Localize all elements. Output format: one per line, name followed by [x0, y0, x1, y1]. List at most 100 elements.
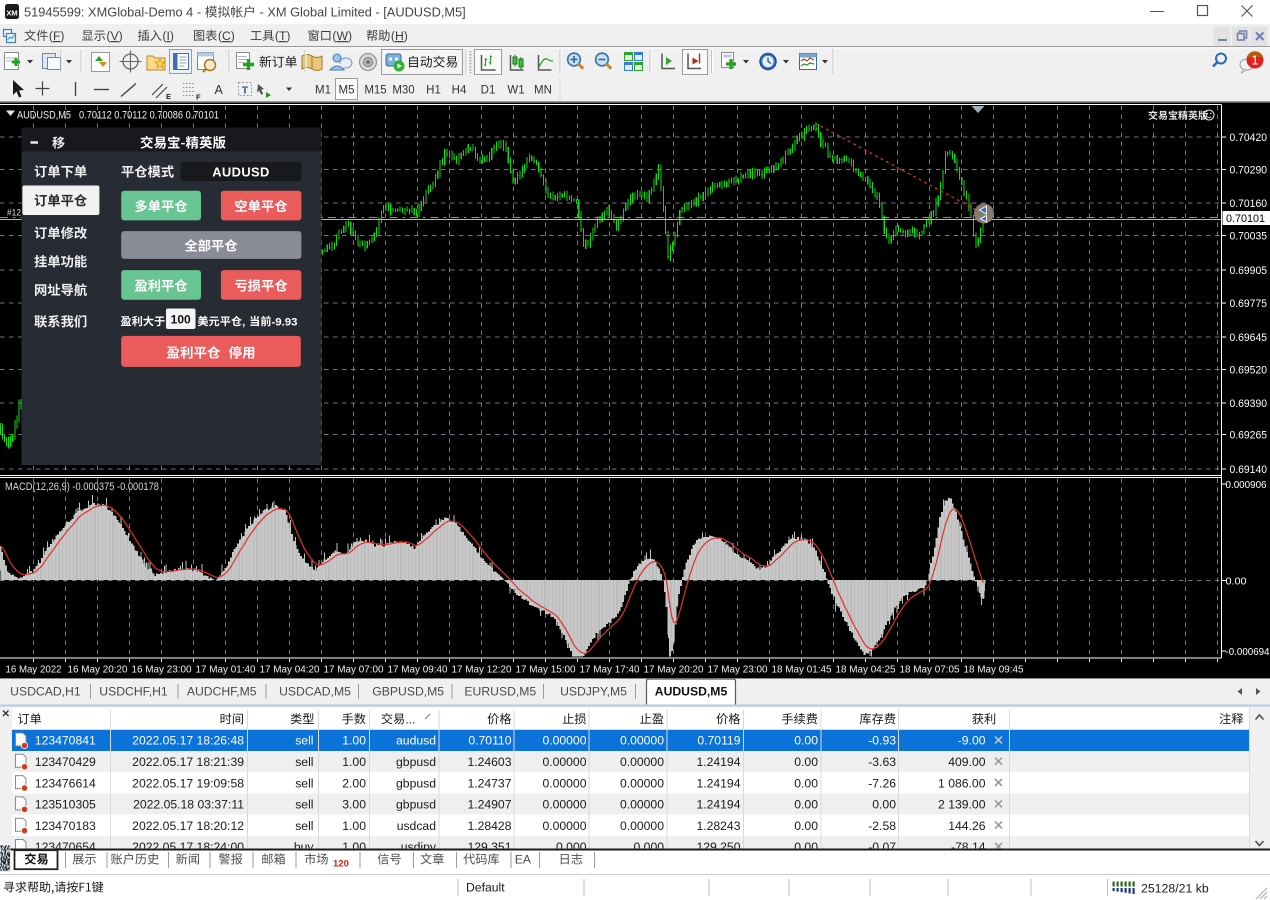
svg-text:1.00: 1.00	[342, 819, 366, 833]
svg-text:17 May 20:20: 17 May 20:20	[644, 665, 704, 676]
svg-text:1.24907: 1.24907	[467, 798, 511, 812]
svg-text:(H): (H)	[391, 29, 408, 43]
svg-text:0.00000: 0.00000	[542, 734, 586, 748]
svg-text:-9.93: -9.93	[272, 316, 298, 328]
svg-text:2022.05.17 18:24:00: 2022.05.17 18:24:00	[132, 840, 244, 854]
svg-text:-7.26: -7.26	[868, 776, 896, 790]
svg-text:(F): (F)	[49, 29, 65, 43]
svg-text:...: ...	[405, 712, 415, 726]
svg-text:0.69520: 0.69520	[1230, 365, 1268, 377]
svg-text:-9.00: -9.00	[958, 734, 986, 748]
svg-text:0.70035: 0.70035	[1230, 231, 1268, 243]
svg-text:0.000: 0.000	[556, 840, 587, 854]
svg-text:18 May 04:25: 18 May 04:25	[836, 665, 896, 676]
svg-text:2022.05.17 18:20:12: 2022.05.17 18:20:12	[132, 819, 244, 833]
svg-text:51945599: XMGlobal-Demo 4 -: 51945599: XMGlobal-Demo 4 -	[24, 5, 201, 20]
svg-text:AUDUSD,M5: AUDUSD,M5	[655, 685, 728, 699]
svg-text:409.00: 409.00	[948, 755, 985, 769]
svg-text:,: ,	[242, 316, 245, 328]
svg-text:17 May 01:40: 17 May 01:40	[196, 665, 256, 676]
svg-text:17 May 09:40: 17 May 09:40	[388, 665, 448, 676]
svg-text:0.00: 0.00	[1226, 576, 1247, 588]
svg-text:1.24194: 1.24194	[696, 755, 740, 769]
svg-text:1.24737: 1.24737	[467, 776, 511, 790]
svg-text:usdcad: usdcad	[397, 819, 436, 833]
svg-text:M30: M30	[392, 85, 414, 97]
svg-text:2 139.00: 2 139.00	[938, 798, 986, 812]
svg-text:0.00: 0.00	[872, 798, 896, 812]
svg-text:gbpusd: gbpusd	[396, 755, 436, 769]
svg-text:0.000906: 0.000906	[1226, 479, 1267, 491]
svg-text:2.00: 2.00	[342, 776, 366, 790]
svg-text:H4: H4	[452, 85, 467, 97]
svg-text:2022.05.18 03:37:11: 2022.05.18 03:37:11	[133, 798, 244, 812]
svg-text:gbpusd: gbpusd	[396, 798, 436, 812]
svg-text:sell: sell	[295, 776, 313, 790]
svg-text:1: 1	[1252, 54, 1259, 68]
svg-text:0.00000: 0.00000	[542, 776, 586, 790]
svg-text:M1: M1	[315, 85, 331, 97]
svg-text:0.70110: 0.70110	[468, 734, 511, 748]
svg-text:120: 120	[333, 859, 349, 870]
svg-text:144.26: 144.26	[948, 819, 985, 833]
svg-text:2022.05.17 18:21:39: 2022.05.17 18:21:39	[132, 755, 244, 769]
svg-text:17 May 07:00: 17 May 07:00	[324, 665, 384, 676]
svg-text:17 May 23:00: 17 May 23:00	[708, 665, 768, 676]
svg-text:0.69775: 0.69775	[1230, 298, 1268, 310]
svg-text:1.00: 1.00	[342, 840, 366, 854]
svg-text:129.351: 129.351	[467, 840, 511, 854]
svg-text:USDCHF,H1: USDCHF,H1	[99, 685, 168, 699]
svg-text:USDCAD,M5: USDCAD,M5	[279, 685, 351, 699]
svg-text:3.00: 3.00	[342, 798, 366, 812]
svg-text:0.70160: 0.70160	[1230, 198, 1268, 210]
svg-text:AUDUSD,M5: AUDUSD,M5	[17, 110, 71, 122]
svg-text:0.00: 0.00	[794, 798, 818, 812]
svg-text:0.00000: 0.00000	[542, 819, 586, 833]
svg-text:0.00: 0.00	[794, 776, 818, 790]
svg-text:sell: sell	[295, 755, 313, 769]
svg-text:0.00000: 0.00000	[542, 798, 586, 812]
svg-text:AUDUSD: AUDUSD	[212, 164, 270, 179]
svg-text:0.70290: 0.70290	[1230, 165, 1268, 177]
svg-text:W1: W1	[507, 85, 524, 97]
svg-text:XM: XM	[6, 9, 17, 18]
svg-text:18 May 09:45: 18 May 09:45	[964, 665, 1024, 676]
svg-text:A: A	[215, 83, 224, 97]
svg-text:-0.000694: -0.000694	[1226, 646, 1270, 658]
svg-text:-2.58: -2.58	[868, 819, 896, 833]
svg-text:17 May 04:20: 17 May 04:20	[260, 665, 320, 676]
svg-text:0.00000: 0.00000	[620, 755, 664, 769]
svg-text:-3.63: -3.63	[868, 755, 896, 769]
svg-text:gbpusd: gbpusd	[396, 776, 436, 790]
svg-text:#12: #12	[7, 208, 21, 219]
svg-text:T: T	[242, 85, 249, 97]
svg-text:AUDCHF,M5: AUDCHF,M5	[187, 685, 257, 699]
svg-text:123470429: 123470429	[35, 755, 96, 769]
svg-text:sell: sell	[295, 734, 313, 748]
svg-text:-78.14: -78.14	[951, 840, 986, 854]
svg-text:0.00: 0.00	[794, 840, 818, 854]
svg-text:100: 100	[171, 312, 191, 326]
svg-text:0.00: 0.00	[794, 819, 818, 833]
svg-text:1.00: 1.00	[342, 755, 366, 769]
svg-text:0.00: 0.00	[794, 755, 818, 769]
svg-text:F: F	[196, 93, 201, 102]
svg-text:D1: D1	[481, 85, 496, 97]
svg-text:0.00000: 0.00000	[620, 734, 664, 748]
svg-text:0.00: 0.00	[794, 734, 818, 748]
svg-text:0.69905: 0.69905	[1230, 265, 1268, 277]
svg-text:0.00000: 0.00000	[620, 776, 664, 790]
svg-text:(C): (C)	[218, 29, 235, 43]
svg-text:0.69140: 0.69140	[1230, 464, 1268, 476]
svg-text:GBPUSD,M5: GBPUSD,M5	[372, 685, 444, 699]
svg-text:17 May 12:20: 17 May 12:20	[452, 665, 512, 676]
svg-text:1.24194: 1.24194	[696, 776, 740, 790]
svg-text:0.000: 0.000	[634, 840, 665, 854]
svg-text:(T): (T)	[275, 29, 291, 43]
svg-text:16 May 2022: 16 May 2022	[6, 665, 62, 676]
svg-text:18 May 07:05: 18 May 07:05	[900, 665, 960, 676]
svg-text:Default: Default	[466, 881, 505, 895]
svg-text:17 May 15:00: 17 May 15:00	[516, 665, 576, 676]
svg-text:sell: sell	[295, 819, 313, 833]
svg-text:123476614: 123476614	[35, 776, 96, 790]
